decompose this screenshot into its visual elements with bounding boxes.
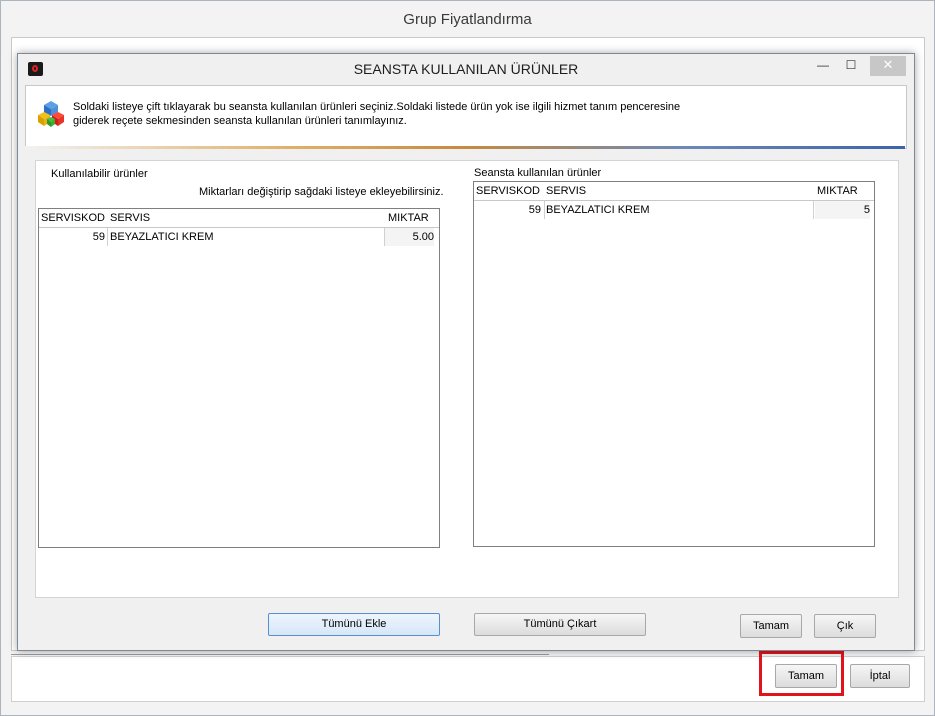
dialog-titlebar[interactable]: SEANSTA KULLANILAN ÜRÜNLER — ☐ ✕ bbox=[18, 54, 914, 84]
column-separator bbox=[107, 228, 108, 246]
highlight-annotation bbox=[759, 651, 844, 696]
col-header-miktar[interactable]: MIKTAR bbox=[817, 182, 867, 200]
dialog-exit-button[interactable]: Çık bbox=[814, 614, 876, 638]
cell-servis: BEYAZLATICI KREM bbox=[110, 231, 214, 243]
used-grid-header: SERVISKOD SERVIS MIKTAR bbox=[474, 182, 874, 201]
close-button[interactable]: ✕ bbox=[870, 56, 906, 76]
table-row[interactable]: 59 BEYAZLATICI KREM 5 bbox=[474, 201, 874, 219]
header-gradient-divider bbox=[25, 146, 905, 149]
cell-servis: BEYAZLATICI KREM bbox=[546, 204, 650, 216]
products-dialog: SEANSTA KULLANILAN ÜRÜNLER — ☐ ✕ Soldaki… bbox=[17, 53, 915, 651]
outer-cancel-button[interactable]: İptal bbox=[850, 664, 910, 688]
dialog-ok-button[interactable]: Tamam bbox=[740, 614, 802, 638]
available-products-hint: Miktarları değiştirip sağdaki listeye ek… bbox=[199, 186, 444, 198]
outer-window-title: Grup Fiyatlandırma bbox=[1, 1, 934, 37]
dialog-title: SEANSTA KULLANILAN ÜRÜNLER bbox=[353, 61, 579, 77]
col-header-servis[interactable]: SERVIS bbox=[110, 209, 380, 227]
info-text-line-2: giderek reçete sekmesinden seansta kulla… bbox=[73, 115, 407, 127]
table-row[interactable]: 59 BEYAZLATICI KREM 5.00 bbox=[39, 228, 439, 246]
info-panel: Soldaki listeye çift tıklayarak bu seans… bbox=[25, 85, 907, 149]
cell-miktar[interactable]: 5 bbox=[815, 201, 870, 219]
col-header-miktar[interactable]: MIKTAR bbox=[388, 209, 438, 227]
used-products-label: Seansta kullanılan ürünler bbox=[474, 167, 602, 179]
used-products-grid[interactable]: SERVISKOD SERVIS MIKTAR 59 BEYAZLATICI K… bbox=[473, 181, 875, 547]
info-text: Soldaki listeye çift tıklayarak bu seans… bbox=[73, 100, 893, 128]
column-separator bbox=[813, 201, 814, 219]
info-text-line-1: Soldaki listeye çift tıklayarak bu seans… bbox=[73, 101, 681, 113]
maximize-button[interactable]: ☐ bbox=[838, 56, 864, 76]
outer-footer-divider bbox=[11, 654, 549, 655]
available-products-label: Kullanılabilir ürünler bbox=[51, 168, 148, 180]
cell-miktar[interactable]: 5.00 bbox=[385, 228, 434, 246]
products-group-panel: Kullanılabilir ürünler Miktarları değişt… bbox=[35, 160, 899, 636]
cell-serviskod: 59 bbox=[528, 204, 541, 216]
add-all-button[interactable]: Tümünü Ekle bbox=[268, 613, 440, 636]
available-grid-header: SERVISKOD SERVIS MIKTAR bbox=[39, 209, 439, 228]
available-products-grid[interactable]: SERVISKOD SERVIS MIKTAR 59 BEYAZLATICI K… bbox=[38, 208, 440, 548]
column-separator bbox=[544, 201, 545, 219]
col-header-serviskod[interactable]: SERVISKOD bbox=[41, 209, 105, 227]
minimize-button[interactable]: — bbox=[810, 56, 836, 76]
remove-all-button[interactable]: Tümünü Çıkart bbox=[474, 613, 646, 636]
col-header-serviskod[interactable]: SERVISKOD bbox=[476, 182, 540, 200]
cubes-info-icon bbox=[38, 101, 64, 127]
cell-serviskod: 59 bbox=[92, 231, 105, 243]
col-header-servis[interactable]: SERVIS bbox=[546, 182, 806, 200]
